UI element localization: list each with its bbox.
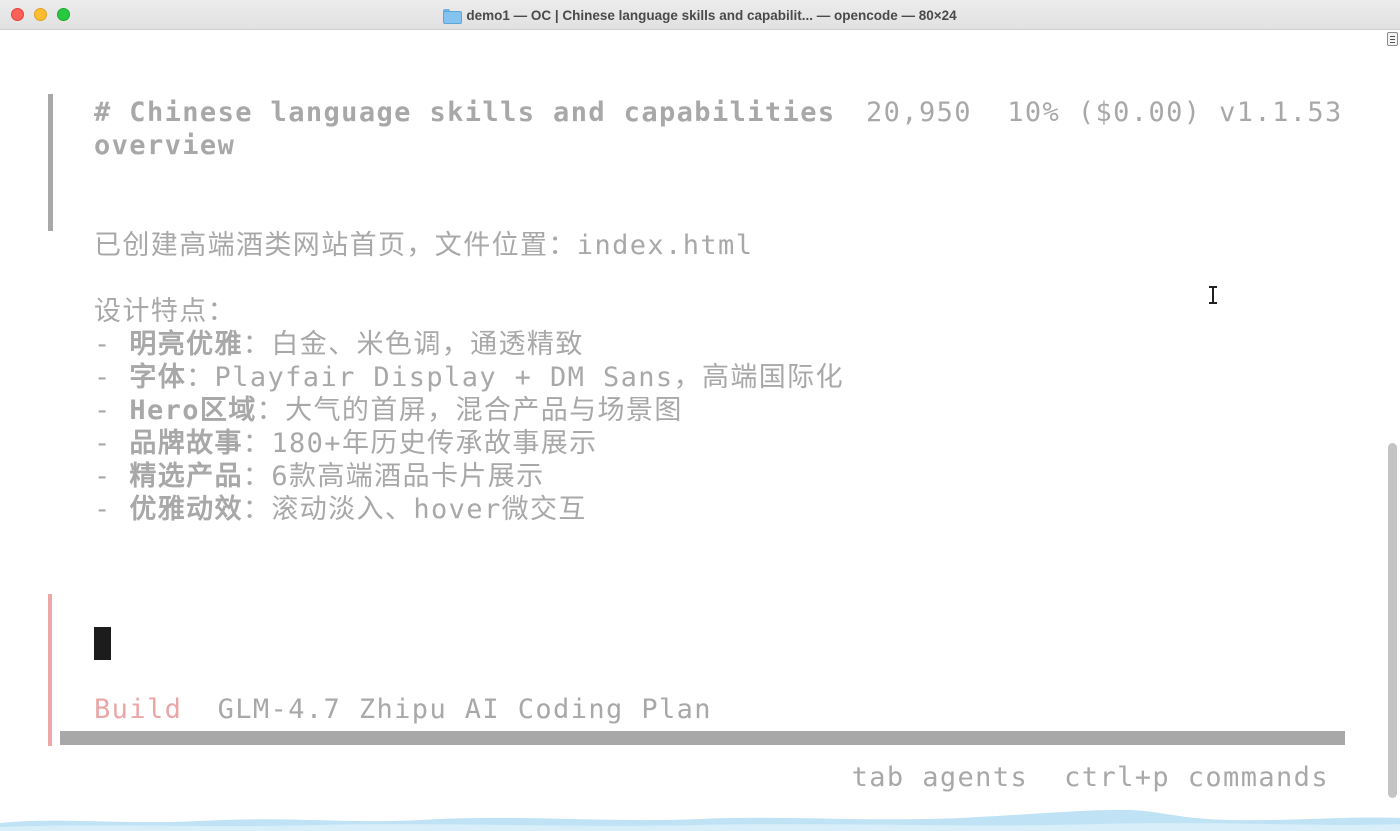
- feature-text: ：滚动淡入、hover微交互: [242, 494, 587, 525]
- status-divider: [60, 731, 1345, 745]
- desktop-background-strip: [0, 809, 1400, 831]
- folder-icon: [443, 8, 463, 24]
- app-version: v1.1.53: [1219, 97, 1343, 128]
- terminal-content[interactable]: # Chinese language skills and capabiliti…: [0, 31, 1385, 831]
- bullet: -: [94, 494, 130, 525]
- feature-item: - 精选产品：6款高端酒品卡片展示: [94, 460, 545, 493]
- session-cost: ($0.00): [1077, 97, 1202, 128]
- bullet: -: [94, 362, 130, 393]
- feature-text: ：大气的首屏，混合产品与场景图: [256, 395, 683, 426]
- text-cursor-icon: [1207, 285, 1219, 305]
- terminal-window: demo1 — OC | Chinese language skills and…: [0, 0, 1400, 831]
- session-stats: 20,950 10% ($0.00) v1.1.53: [866, 96, 1343, 129]
- feature-text: ：Playfair Display + DM Sans，高端国际化: [186, 362, 844, 393]
- feature-item: - Hero区域：大气的首屏，混合产品与场景图: [94, 394, 683, 427]
- feature-text: ：6款高端酒品卡片展示: [242, 461, 545, 492]
- feature-label: Hero区域: [129, 395, 257, 426]
- feature-item: - 品牌故事：180+年历史传承故事展示: [94, 427, 598, 460]
- feature-text: ：白金、米色调，通透精致: [242, 329, 584, 360]
- session-title-line-1: # Chinese language skills and capabiliti…: [94, 97, 836, 128]
- feature-item: - 明亮优雅：白金、米色调，通透精致: [94, 328, 584, 361]
- feature-item: - 字体：Playfair Display + DM Sans，高端国际化: [94, 361, 844, 394]
- context-usage: 10%: [1007, 97, 1061, 128]
- feature-label: 字体: [129, 362, 187, 393]
- feature-text: ：180+年历史传承故事展示: [242, 428, 598, 459]
- agents-hint: tab agents: [851, 762, 1029, 793]
- session-title-line-2: overview: [94, 130, 236, 161]
- feature-label: 明亮优雅: [129, 329, 243, 360]
- response-intro: 已创建高端酒类网站首页，文件位置：index.html: [94, 230, 754, 261]
- session-header-accent: [48, 94, 53, 231]
- feature-label: 优雅动效: [129, 494, 243, 525]
- feature-label: 精选产品: [129, 461, 243, 492]
- model-name[interactable]: GLM-4.7 Zhipu AI Coding Plan: [218, 694, 712, 725]
- keyboard-hints: tab agents ctrl+p commands: [852, 761, 1329, 794]
- agent-mode[interactable]: Build: [94, 694, 182, 725]
- bullet: -: [94, 329, 130, 360]
- token-count: 20,950: [866, 97, 972, 128]
- scrollback-menu-icon[interactable]: [1387, 32, 1398, 46]
- prompt-input-cursor[interactable]: [94, 627, 111, 660]
- bullet: -: [94, 395, 130, 426]
- features-heading: 设计特点：: [94, 296, 236, 327]
- feature-item: - 优雅动效：滚动淡入、hover微交互: [94, 493, 587, 526]
- window-title-group: demo1 — OC | Chinese language skills and…: [0, 6, 1400, 24]
- bullet: -: [94, 461, 130, 492]
- prompt-mode-line: Build GLM-4.7 Zhipu AI Coding Plan: [94, 693, 712, 726]
- commands-hint: ctrl+p commands: [1064, 762, 1329, 793]
- scrollbar-thumb[interactable]: [1388, 443, 1397, 798]
- feature-label: 品牌故事: [129, 428, 243, 459]
- title-bar[interactable]: demo1 — OC | Chinese language skills and…: [0, 0, 1400, 30]
- bullet: -: [94, 428, 130, 459]
- prompt-accent: [48, 594, 52, 746]
- window-title: demo1 — OC | Chinese language skills and…: [466, 7, 957, 23]
